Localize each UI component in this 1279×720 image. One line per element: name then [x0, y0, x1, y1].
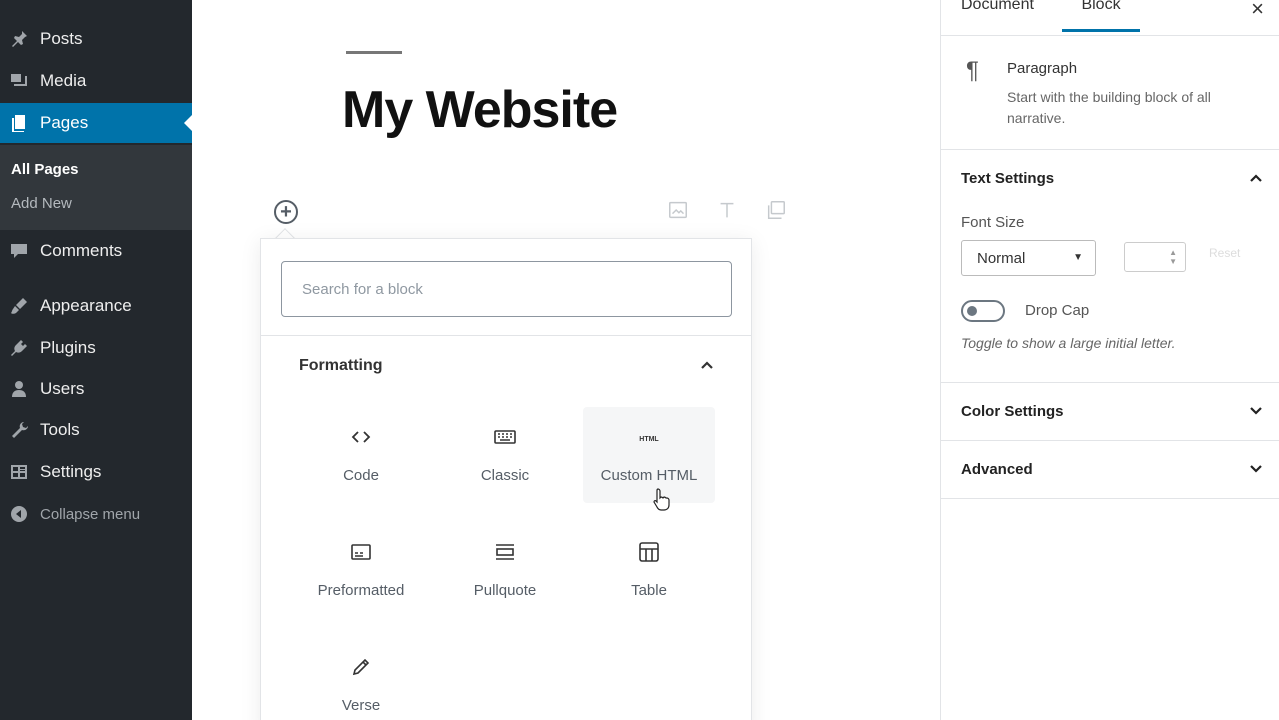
paintbrush-icon [8, 295, 30, 317]
menu-item-comments[interactable]: Comments [0, 233, 192, 269]
font-size-value: Normal [977, 249, 1026, 267]
menu-item-pages[interactable]: Pages [0, 103, 192, 143]
chevron-up-icon [1248, 170, 1264, 190]
menu-item-label: Pages [40, 113, 89, 132]
color-settings-toggle[interactable]: Color Settings [941, 383, 1279, 439]
settings-icon [8, 461, 30, 483]
tab-block[interactable]: Block [1062, 0, 1140, 32]
comments-icon [8, 240, 30, 262]
drop-cap-help: Toggle to show a large initial letter. [961, 335, 1176, 351]
formatting-panel-toggle[interactable]: Formatting [261, 337, 751, 395]
chevron-down-icon [1248, 403, 1264, 423]
menu-item-label: Tools [40, 420, 80, 439]
reset-font-size-button[interactable]: Reset [1209, 246, 1240, 260]
color-settings-title: Color Settings [961, 402, 1064, 420]
toggle-knob [967, 306, 977, 316]
keyboard-icon [493, 425, 517, 449]
menu-item-tools[interactable]: Tools [0, 412, 192, 448]
pages-submenu: All Pages Add New [0, 145, 192, 230]
table-icon [637, 540, 661, 564]
menu-item-appearance[interactable]: Appearance [0, 288, 192, 324]
text-settings-title: Text Settings [961, 169, 1055, 187]
title-separator [346, 51, 402, 54]
block-card: ¶ Paragraph Start with the building bloc… [941, 37, 1279, 150]
block-table[interactable]: Table [583, 522, 715, 618]
menu-item-label: Users [40, 379, 85, 398]
editor-canvas: My Website + Formatting Code [192, 0, 940, 720]
chevron-down-icon [1248, 461, 1264, 481]
block-card-description: Start with the building block of all nar… [1007, 89, 1211, 126]
caret-down-icon: ▼ [1073, 252, 1083, 263]
collapse-icon [8, 503, 30, 525]
active-indicator [184, 115, 192, 131]
add-image-icon[interactable] [665, 197, 691, 223]
block-preformatted[interactable]: Preformatted [295, 522, 427, 618]
submenu-item-add-new[interactable]: Add New [11, 195, 72, 212]
chevron-up-icon [699, 357, 715, 378]
block-verse[interactable]: Verse [295, 637, 427, 720]
add-heading-icon[interactable] [714, 197, 740, 223]
media-icon [8, 70, 30, 92]
html-icon: HTML [637, 425, 661, 449]
code-icon [349, 425, 373, 449]
post-title[interactable]: My Website [342, 80, 618, 140]
text-settings-toggle[interactable]: Text Settings [941, 160, 1279, 196]
pullquote-icon [493, 540, 517, 564]
block-search-input[interactable] [281, 261, 732, 317]
menu-item-media[interactable]: Media [0, 63, 192, 99]
admin-sidebar: Posts Media Pages All Pages Add New Comm… [0, 0, 192, 720]
advanced-title: Advanced [961, 460, 1033, 478]
wrench-icon [8, 419, 30, 441]
pencil-icon [349, 655, 373, 679]
menu-item-settings[interactable]: Settings [0, 454, 192, 490]
drop-cap-toggle[interactable] [961, 300, 1005, 322]
collapse-menu-button[interactable]: Collapse menu [0, 496, 192, 532]
submenu-item-all-pages[interactable]: All Pages [11, 161, 79, 178]
block-inserter-button[interactable]: + [274, 200, 298, 224]
menu-item-label: Posts [40, 29, 83, 48]
menu-item-users[interactable]: Users [0, 371, 192, 407]
custom-font-size-input[interactable]: ▲ ▼ [1124, 242, 1186, 272]
preformatted-icon [349, 540, 373, 564]
menu-item-plugins[interactable]: Plugins [0, 330, 192, 366]
users-icon [8, 378, 30, 400]
close-icon[interactable]: × [1251, 0, 1264, 22]
inserter-search-area [261, 239, 751, 336]
menu-item-label: Plugins [40, 338, 96, 357]
settings-tabs: Document Block × [941, 0, 1279, 36]
hand-cursor-icon [653, 488, 670, 511]
block-custom-html[interactable]: HTML Custom HTML [583, 407, 715, 503]
paragraph-icon: ¶ [966, 57, 979, 84]
menu-item-posts[interactable]: Posts [0, 21, 192, 57]
menu-item-label: Media [40, 71, 87, 90]
font-size-select[interactable]: Normal ▼ [961, 240, 1096, 276]
spinner-arrows-icon: ▲ ▼ [1169, 248, 1177, 266]
block-pullquote[interactable]: Pullquote [439, 522, 571, 618]
pages-icon [8, 112, 30, 134]
block-card-title: Paragraph [1007, 60, 1078, 77]
settings-sidebar: Document Block × ¶ Paragraph Start with … [940, 0, 1279, 720]
panel-title: Formatting [299, 357, 383, 374]
pin-icon [8, 28, 30, 50]
drop-cap-label: Drop Cap [1025, 302, 1090, 319]
add-gallery-icon[interactable] [763, 197, 789, 223]
block-classic[interactable]: Classic [439, 407, 571, 503]
menu-item-label: Comments [40, 241, 123, 260]
plug-icon [8, 337, 30, 359]
block-code[interactable]: Code [295, 407, 427, 503]
collapse-menu-label: Collapse menu [40, 505, 141, 523]
tab-document[interactable]: Document [961, 0, 1034, 32]
html-icon-text: HTML [639, 436, 659, 443]
plus-icon: + [280, 201, 292, 223]
font-size-label: Font Size [961, 214, 1025, 231]
advanced-toggle[interactable]: Advanced [941, 441, 1279, 497]
menu-item-label: Appearance [40, 296, 132, 315]
block-inserter-popover: Formatting Code Classic HTML Custom HTML [260, 238, 752, 720]
menu-item-label: Settings [40, 462, 102, 481]
divider [941, 498, 1279, 499]
